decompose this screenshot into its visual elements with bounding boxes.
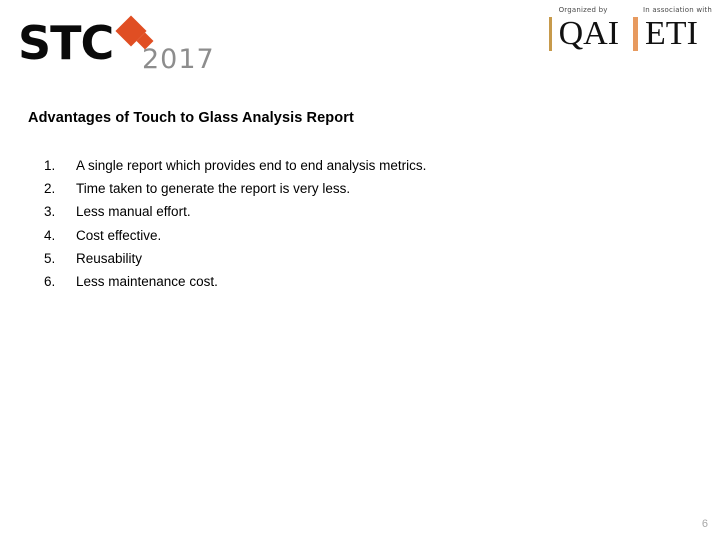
list-item-text: Reusability [76, 250, 143, 266]
page-number: 6 [701, 518, 708, 530]
list-item-number: 3. [44, 204, 56, 220]
list-item-text: Cost effective. [76, 227, 162, 243]
partner-qai: Organized by QAI [548, 6, 620, 52]
list-item-text: Less maintenance cost. [76, 273, 218, 289]
list-item-number: 4. [44, 227, 56, 243]
list-item-text: Less manual effort. [76, 204, 191, 220]
vertical-bar-icon [548, 17, 552, 51]
presentation-slide: STC 2017 Organized by QAI In association… [0, 0, 720, 540]
list-item: 3. Less manual effort. [44, 204, 644, 227]
list-item-number: 5. [44, 250, 56, 266]
list-item: 6. Less maintenance cost. [44, 274, 644, 297]
list-item-text: Time taken to generate the report is ver… [76, 181, 351, 197]
advantages-list: 1. A single report which provides end to… [44, 158, 644, 297]
stc-logo: STC 2017 [18, 15, 228, 78]
page-title: Advantages of Touch to Glass Analysis Re… [28, 110, 354, 126]
list-item: 5. Reusability [44, 251, 644, 274]
list-item-number: 2. [44, 181, 56, 197]
partner-eti-caption: In association with [643, 6, 712, 14]
stc-wordmark: STC [18, 16, 114, 70]
list-item: 1. A single report which provides end to… [44, 158, 644, 181]
partner-qai-mark: QAI [548, 15, 620, 52]
vertical-bar-icon [633, 17, 639, 51]
partner-eti-name: ETI [645, 15, 698, 52]
partner-eti-mark: ETI [633, 17, 712, 51]
list-item-text: A single report which provides end to en… [76, 158, 427, 173]
partner-qai-caption: Organized by [558, 6, 608, 14]
partner-eti: In association with ETI [633, 6, 712, 51]
list-item: 4. Cost effective. [44, 228, 644, 251]
partner-qai-name: QAI [558, 15, 620, 52]
list-item-number: 1. [44, 158, 56, 173]
list-item: 2. Time taken to generate the report is … [44, 181, 644, 204]
list-item-number: 6. [44, 273, 56, 289]
slide-header: STC 2017 Organized by QAI In association… [0, 0, 720, 88]
stc-year-label: 2017 [142, 44, 215, 75]
partner-logos: Organized by QAI In association with ETI [548, 6, 712, 52]
